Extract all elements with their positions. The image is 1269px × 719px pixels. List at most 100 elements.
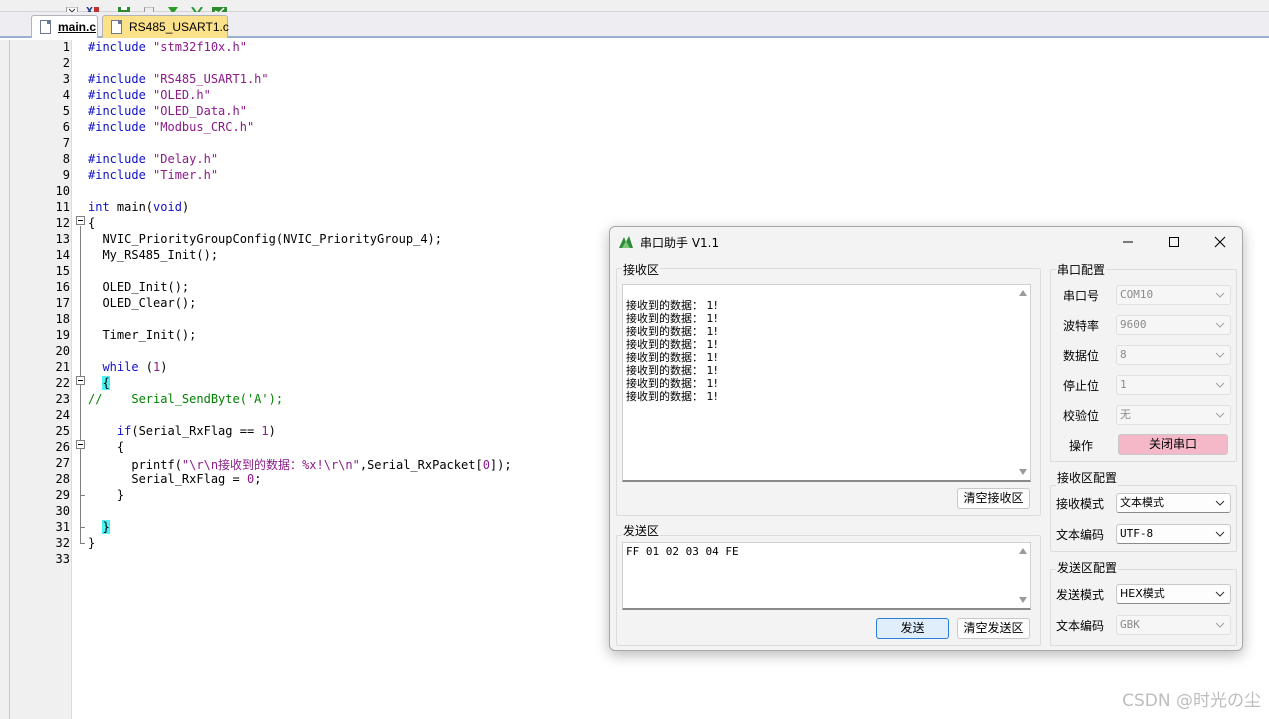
- brace-match-highlight: }: [102, 520, 110, 534]
- code-line[interactable]: while (1): [88, 360, 167, 374]
- code-line[interactable]: #include "OLED_Data.h": [88, 104, 247, 118]
- code-line[interactable]: #include "RS485_USART1.h": [88, 72, 269, 86]
- tab-main-c[interactable]: main.c: [31, 15, 98, 38]
- close-button[interactable]: [1197, 227, 1242, 257]
- receive-mode-select[interactable]: 文本模式: [1116, 493, 1231, 513]
- clear-receive-button[interactable]: 清空接收区: [957, 488, 1030, 509]
- scroll-up-arrow-icon[interactable]: [1019, 548, 1027, 554]
- tab-label: main.c: [58, 20, 97, 34]
- if-keyword: if: [116, 424, 132, 438]
- receive-mode-value: 文本模式: [1120, 496, 1164, 509]
- operation-label: 操作: [1069, 439, 1094, 453]
- code-text: ): [181, 200, 190, 214]
- line-number: 31: [55, 520, 70, 534]
- fold-toggle-main[interactable]: [76, 216, 85, 225]
- tab-label: RS485_USART1.c: [129, 20, 229, 34]
- code-line[interactable]: printf("\r\n接收到的数据：%x!\r\n",Serial_RxPac…: [88, 456, 511, 473]
- send-button[interactable]: 发送: [876, 618, 949, 639]
- code-line[interactable]: }: [88, 488, 124, 502]
- fold-end-marker: [80, 495, 85, 496]
- scroll-down-arrow-icon[interactable]: [1019, 469, 1027, 475]
- scroll-down-arrow-icon[interactable]: [1019, 597, 1027, 603]
- line-number: 32: [55, 536, 70, 550]
- maximize-button[interactable]: [1151, 227, 1197, 257]
- preprocessor-keyword: #include: [88, 120, 146, 134]
- parity-select[interactable]: 无: [1116, 405, 1231, 425]
- code-line[interactable]: #include "stm32f10x.h": [88, 40, 247, 54]
- send-textarea[interactable]: FF 01 02 03 04 FE: [622, 542, 1031, 610]
- code-line[interactable]: int main(void): [88, 200, 189, 214]
- code-line[interactable]: #include "Modbus_CRC.h": [88, 120, 254, 134]
- code-line[interactable]: {: [88, 376, 110, 390]
- minimize-button[interactable]: [1105, 227, 1151, 257]
- preprocessor-keyword: #include: [88, 88, 146, 102]
- line-number: 10: [55, 184, 70, 198]
- code-text: OLED_Clear();: [88, 296, 197, 310]
- code-line[interactable]: #include "OLED.h": [88, 88, 211, 102]
- download-icon[interactable]: [166, 0, 180, 14]
- line-number: 29: [55, 488, 70, 502]
- chevron-down-icon: [1215, 292, 1225, 298]
- code-line-comment[interactable]: // Serial_SendByte('A');: [88, 392, 283, 406]
- receive-encoding-select[interactable]: UTF-8: [1116, 524, 1231, 544]
- send-encoding-select[interactable]: GBK: [1116, 615, 1231, 635]
- title-bar[interactable]: 串口助手 V1.1: [610, 227, 1242, 257]
- code-text: NVIC_PriorityGroupConfig(NVIC_PriorityGr…: [88, 232, 443, 246]
- port-label: 串口号: [1063, 289, 1100, 303]
- receive-textarea[interactable]: 接收到的数据： 1! 接收到的数据： 1! 接收到的数据： 1! 接收到的数据： 1!…: [622, 284, 1031, 482]
- code-line[interactable]: Timer_Init();: [88, 328, 196, 342]
- line-number: 17: [55, 296, 70, 310]
- fold-toggle-while[interactable]: [76, 376, 85, 385]
- code-line[interactable]: #include "Delay.h": [88, 152, 218, 166]
- receive-mode-label: 接收模式: [1056, 497, 1105, 511]
- line-number: 22: [55, 376, 70, 390]
- baud-label: 波特率: [1063, 319, 1100, 333]
- copy-icon[interactable]: [144, 0, 158, 15]
- code-text: My_RS485_Init();: [88, 248, 219, 262]
- code-line[interactable]: OLED_Clear();: [88, 296, 196, 310]
- send-mode-select[interactable]: HEX模式: [1116, 584, 1231, 604]
- code-line[interactable]: {: [88, 440, 124, 454]
- debug-icon[interactable]: [212, 0, 227, 15]
- databits-select[interactable]: 8: [1116, 345, 1231, 365]
- baud-select[interactable]: 9600: [1116, 315, 1231, 335]
- code-text: main(: [109, 200, 154, 214]
- tools-icon[interactable]: [86, 0, 100, 15]
- line-number: 2: [62, 56, 70, 70]
- code-line[interactable]: My_RS485_Init();: [88, 248, 218, 262]
- dropdown-icon[interactable]: [66, 0, 80, 15]
- preprocessor-keyword: #include: [88, 152, 146, 166]
- line-number: 14: [55, 248, 70, 262]
- fold-toggle-if[interactable]: [76, 440, 85, 449]
- code-line[interactable]: NVIC_PriorityGroupConfig(NVIC_PriorityGr…: [88, 232, 442, 246]
- code-line[interactable]: Serial_RxFlag = 0;: [88, 472, 261, 486]
- tab-rs485-usart1-c[interactable]: RS485_USART1.c: [102, 15, 229, 38]
- receive-line: 接收到的数据： 1!: [626, 299, 718, 312]
- code-line[interactable]: OLED_Init();: [88, 280, 189, 294]
- stopbits-select[interactable]: 1: [1116, 375, 1231, 395]
- code-text: Timer_Init();: [88, 328, 197, 342]
- save-icon[interactable]: [118, 0, 132, 15]
- code-line[interactable]: }: [88, 520, 110, 534]
- code-text: ): [268, 424, 276, 438]
- send-mode-value: HEX模式: [1120, 587, 1165, 600]
- code-line[interactable]: {: [88, 216, 95, 230]
- number-literal: 1: [261, 424, 269, 438]
- close-port-button[interactable]: 关闭串口: [1118, 434, 1228, 455]
- line-number: 9: [62, 168, 70, 182]
- line-number: 8: [62, 152, 70, 166]
- app-icon: [618, 234, 634, 250]
- line-number: 26: [55, 440, 70, 454]
- port-select[interactable]: COM10: [1116, 285, 1231, 305]
- loop-keyword: while: [102, 360, 139, 374]
- receive-encoding-value: UTF-8: [1120, 527, 1154, 540]
- baud-value: 9600: [1120, 318, 1147, 331]
- flash-icon[interactable]: [190, 0, 204, 16]
- code-line[interactable]: }: [88, 536, 95, 550]
- code-line[interactable]: #include "Timer.h": [88, 168, 218, 182]
- code-line[interactable]: if(Serial_RxFlag == 1): [88, 424, 276, 438]
- clear-send-button[interactable]: 清空发送区: [957, 618, 1030, 639]
- line-number: 33: [55, 552, 70, 566]
- line-number: 27: [55, 456, 70, 470]
- scroll-up-arrow-icon[interactable]: [1019, 290, 1027, 296]
